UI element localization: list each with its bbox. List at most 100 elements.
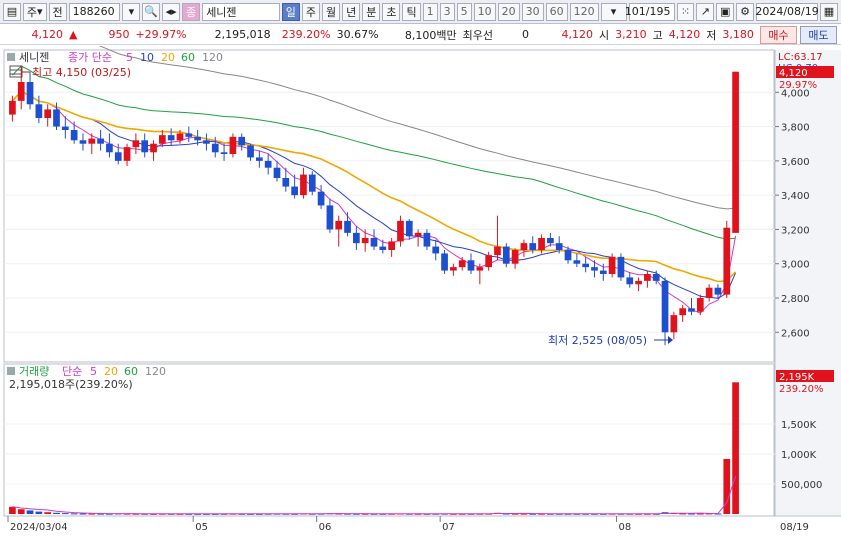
candle-body bbox=[132, 140, 140, 148]
period-week-button[interactable]: 주 bbox=[301, 2, 320, 21]
price-volume-chart[interactable]: 4,0003,8003,6003,4003,2003,0002,8002,600… bbox=[0, 6, 841, 540]
open-label: 시 bbox=[598, 28, 610, 42]
high-label: 고 bbox=[652, 28, 663, 42]
vol-ma5-legend: 5 bbox=[90, 365, 97, 378]
candle-body bbox=[476, 267, 484, 271]
candle-body bbox=[308, 174, 316, 192]
stock-name-field[interactable]: 세니젠 bbox=[202, 2, 280, 21]
grid-icon[interactable]: ⁙ bbox=[676, 2, 695, 21]
period-tick-button[interactable]: 틱 bbox=[402, 2, 421, 21]
volume-value-label: 2,195,018주(239.20%) bbox=[9, 378, 133, 391]
x-tick-label: 07 bbox=[442, 522, 455, 533]
candle-body bbox=[264, 160, 272, 168]
volume-bar bbox=[61, 513, 69, 515]
candle-body bbox=[158, 135, 166, 144]
ma-legend-prefix: 종가 단순 bbox=[68, 51, 112, 64]
candle-body bbox=[291, 186, 298, 196]
candle-body bbox=[97, 138, 104, 144]
jeon-button[interactable]: 전 bbox=[48, 2, 67, 21]
toolbar: ▤ 주 ▾ 전 188260 ▾ 🔍 ◂▸ 종 세니젠 일 주 월 년 분 초 틱… bbox=[0, 0, 841, 24]
range-dropdown[interactable]: ▾ bbox=[600, 2, 627, 21]
candle-body bbox=[599, 270, 607, 274]
candle-body bbox=[582, 263, 590, 268]
candle-body bbox=[335, 220, 343, 230]
search-icon[interactable]: 🔍 bbox=[142, 2, 161, 21]
price-tick-label: 2,800 bbox=[781, 294, 810, 305]
volume-bar bbox=[53, 512, 60, 514]
candle-body bbox=[17, 82, 25, 101]
candle-body bbox=[529, 243, 537, 250]
candle-body bbox=[714, 287, 722, 295]
candle-body bbox=[555, 243, 563, 250]
candle-body bbox=[591, 267, 598, 271]
candle-body bbox=[203, 140, 210, 144]
candle-body bbox=[705, 287, 713, 298]
price-tick-label: 3,600 bbox=[781, 157, 810, 168]
ma5-legend: 5 bbox=[126, 51, 133, 64]
ma20-legend: 20 bbox=[161, 51, 175, 64]
volume-bar bbox=[79, 513, 87, 515]
period-month-button[interactable]: 월 bbox=[321, 2, 341, 21]
range-3-button[interactable]: 3 bbox=[439, 2, 455, 21]
change-percent: +29.97% bbox=[135, 28, 187, 41]
period-second-button[interactable]: 초 bbox=[382, 2, 401, 21]
date-field[interactable]: 2024/08/19 bbox=[755, 2, 819, 21]
candle-body bbox=[300, 174, 307, 196]
trade-amount: 8,100백만 bbox=[404, 28, 457, 42]
range-5-button[interactable]: 5 bbox=[456, 2, 472, 21]
candle-body bbox=[61, 126, 69, 130]
candle-body bbox=[679, 308, 687, 316]
candle-body bbox=[485, 255, 493, 268]
period-day-button[interactable]: 일 bbox=[281, 2, 300, 21]
volume-tag-text: 2,195K bbox=[779, 372, 815, 383]
max-price-label: 최고 4,150 (03/25) bbox=[32, 66, 131, 79]
buy-button[interactable]: 매수 bbox=[760, 26, 797, 44]
candle-body bbox=[502, 246, 510, 264]
candle-body bbox=[220, 152, 228, 154]
range-120-button[interactable]: 120 bbox=[569, 2, 599, 21]
ma120-legend: 120 bbox=[202, 51, 223, 64]
range-30-button[interactable]: 30 bbox=[521, 2, 544, 21]
speaker-icon[interactable]: ◂▸ bbox=[162, 2, 181, 21]
range-60-button[interactable]: 60 bbox=[545, 2, 568, 21]
range-1-button[interactable]: 1 bbox=[422, 2, 438, 21]
price-change: 950 bbox=[108, 28, 130, 41]
trend-icon[interactable]: ↗ bbox=[696, 2, 715, 21]
candle-body bbox=[670, 315, 678, 333]
candle-body bbox=[450, 267, 457, 271]
page-indicator: 101/195 bbox=[625, 2, 675, 21]
candle-body bbox=[652, 274, 660, 281]
candle-body bbox=[688, 308, 695, 312]
candle-body bbox=[238, 136, 246, 146]
stock-code-input[interactable]: 188260 bbox=[68, 2, 121, 21]
chart-area: 4,000 3,800 3,600 3,400 3,200 3,000 2,800 2,600… bbox=[0, 6, 841, 540]
candle-body bbox=[432, 246, 440, 254]
candle-body bbox=[282, 178, 290, 187]
vol-ma60-legend: 60 bbox=[124, 365, 138, 378]
candle-body bbox=[317, 191, 325, 206]
volume-bar bbox=[70, 513, 78, 515]
period-minute-button[interactable]: 분 bbox=[362, 2, 381, 21]
candle-body bbox=[255, 157, 263, 161]
gear-icon[interactable]: ⚙ bbox=[736, 2, 755, 21]
low-label: 저 bbox=[706, 28, 717, 42]
code-dropdown-icon[interactable]: ▾ bbox=[122, 2, 141, 21]
candle-body bbox=[88, 138, 96, 144]
volume-ratio: 239.20% bbox=[281, 28, 331, 41]
volume-tick-label: 500,000 bbox=[781, 480, 822, 491]
save-icon[interactable]: ▣ bbox=[716, 2, 735, 21]
calendar-icon[interactable]: ▦ bbox=[820, 2, 838, 21]
sell-button[interactable]: 매도 bbox=[800, 26, 837, 44]
period-type-select[interactable]: 주 ▾ bbox=[22, 2, 47, 21]
range-10-button[interactable]: 10 bbox=[473, 2, 496, 21]
chart-type-icon[interactable]: ▤ bbox=[3, 2, 21, 21]
candle-body bbox=[564, 250, 572, 261]
range-20-button[interactable]: 20 bbox=[497, 2, 520, 21]
candle-body bbox=[211, 143, 219, 153]
vol-ma120-legend: 120 bbox=[145, 365, 166, 378]
candle-body bbox=[414, 232, 422, 237]
candle-body bbox=[626, 277, 634, 285]
x-tick-label: 05 bbox=[195, 522, 208, 533]
candle-body bbox=[26, 82, 34, 105]
period-year-button[interactable]: 년 bbox=[342, 2, 361, 21]
